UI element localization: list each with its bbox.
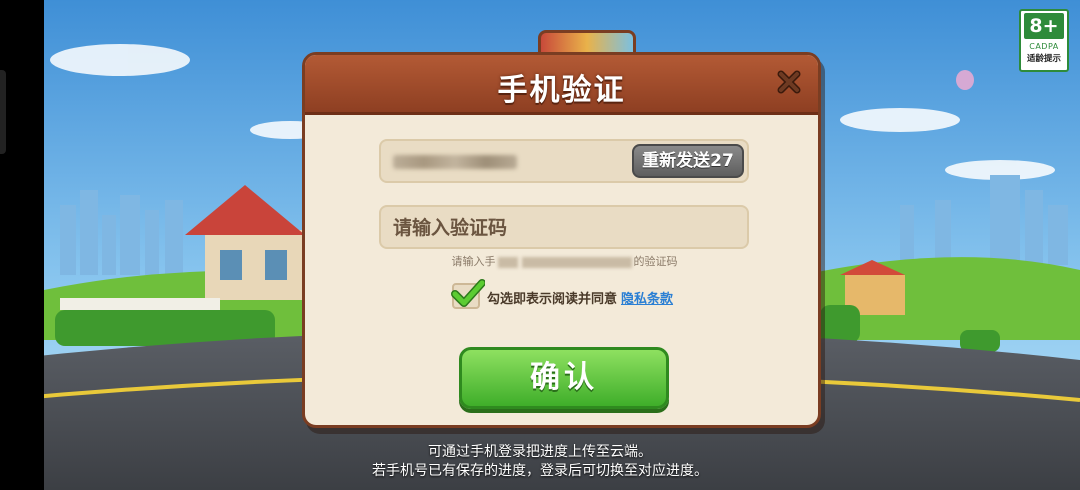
footer-info-line-1: 可通过手机登录把进度上传至云端。 (428, 444, 652, 460)
verification-code-field[interactable] (379, 205, 749, 249)
resend-code-button[interactable]: 重新发送27 (632, 144, 744, 178)
screen-notch (0, 70, 6, 154)
screen-left-edge (0, 0, 44, 490)
footer-info-line-2: 若手机号已有保存的进度，登录后可切换至对应进度。 (372, 463, 708, 479)
masked-phone-number (393, 155, 517, 169)
phone-verify-dialog: 手机验证 重新发送27 请输入手 的验证码 (302, 52, 825, 434)
hint-mask-short (497, 256, 518, 268)
age-rating-org: CADPA (1029, 42, 1059, 51)
privacy-policy-link[interactable]: 隐私条款 (621, 292, 673, 307)
close-button[interactable] (774, 67, 804, 97)
agreement-text: 勾选即表示阅读并同意 隐私条款 (487, 288, 673, 307)
code-hint-suffix: 的验证码 (633, 255, 678, 268)
dialog-panel: 手机验证 重新发送27 请输入手 的验证码 (302, 52, 821, 428)
agreement-label: 勾选即表示阅读并同意 (487, 292, 618, 307)
hint-mask-phone (521, 256, 632, 268)
phone-number-field[interactable]: 重新发送27 (379, 139, 749, 183)
agreement-checkbox[interactable] (451, 279, 485, 309)
age-rating-badge: 8+ CADPA 适龄提示 (1019, 9, 1069, 72)
close-x-icon (777, 70, 801, 94)
dialog-header: 手机验证 (305, 55, 818, 115)
dialog-title: 手机验证 (497, 73, 626, 108)
checkmark-icon (451, 279, 485, 307)
confirm-button[interactable]: 确认 (459, 347, 669, 409)
age-rating-number: 8+ (1024, 13, 1064, 39)
code-hint-text: 请输入手 的验证码 (305, 253, 818, 269)
verification-code-input[interactable] (391, 207, 735, 249)
code-hint-prefix: 请输入手 (451, 255, 496, 268)
age-rating-label: 适龄提示 (1026, 54, 1061, 64)
